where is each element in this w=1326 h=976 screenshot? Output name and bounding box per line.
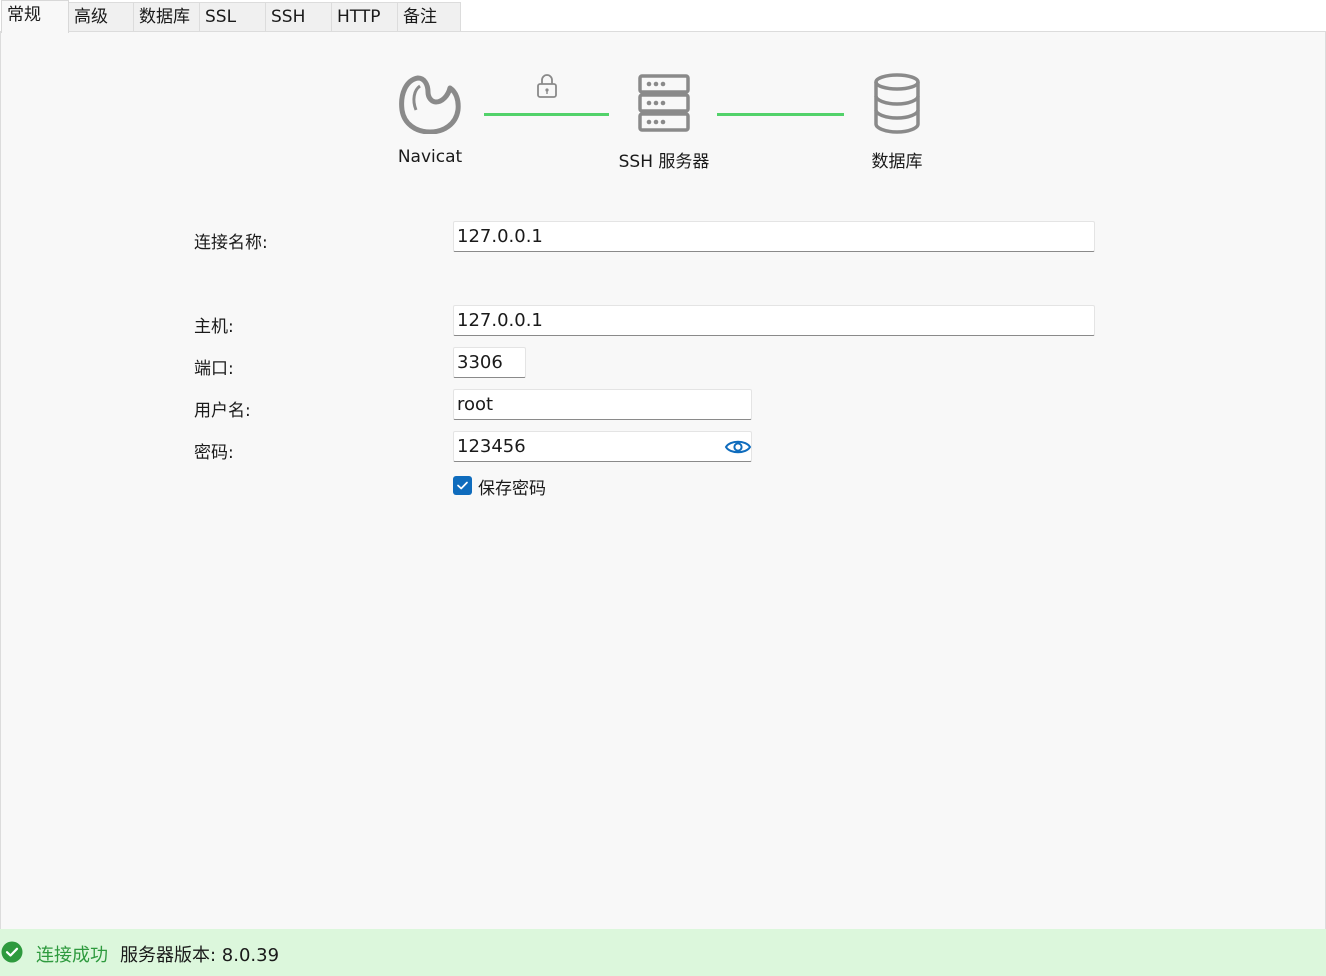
tab-databases[interactable]: 数据库 — [133, 2, 200, 32]
tab-ssh[interactable]: SSH — [265, 2, 332, 32]
port-label: 端口: — [194, 359, 234, 379]
server-version-text: 服务器版本: 8.0.39 — [120, 945, 280, 966]
save-password-checkbox[interactable] — [453, 476, 472, 495]
db-connection-line — [717, 113, 844, 116]
connection-name-input[interactable] — [453, 221, 1095, 252]
username-input[interactable] — [453, 389, 752, 420]
tab-ssl[interactable]: SSL — [199, 2, 266, 32]
lock-icon — [537, 74, 557, 98]
host-label: 主机: — [194, 317, 234, 337]
connection-name-label: 连接名称: — [194, 233, 268, 253]
username-label: 用户名: — [194, 401, 251, 421]
tab-advanced[interactable]: 高级 — [68, 2, 134, 32]
tab-bar: 常规 高级 数据库 SSL SSH HTTP 备注 — [0, 0, 1326, 33]
tab-http[interactable]: HTTP — [331, 2, 398, 32]
database-icon — [874, 73, 920, 134]
server-icon — [638, 74, 690, 132]
password-label: 密码: — [194, 443, 234, 463]
ssh-tunnel-line — [484, 113, 609, 116]
checkmark-icon — [457, 481, 468, 490]
database-label: 数据库 — [871, 152, 923, 172]
ssh-server-label: SSH 服务器 — [618, 152, 710, 172]
navicat-logo-icon — [399, 75, 461, 134]
client-label: Navicat — [397, 147, 463, 167]
tab-general[interactable]: 常规 — [1, 0, 69, 33]
port-input[interactable] — [453, 347, 526, 378]
password-input[interactable] — [453, 431, 752, 462]
show-password-eye-icon[interactable] — [724, 436, 752, 458]
host-input[interactable] — [453, 305, 1095, 336]
tab-notes[interactable]: 备注 — [397, 2, 461, 32]
save-password-label[interactable]: 保存密码 — [478, 474, 546, 499]
success-check-icon — [1, 941, 23, 963]
connection-result-text: 连接成功 — [36, 945, 108, 966]
